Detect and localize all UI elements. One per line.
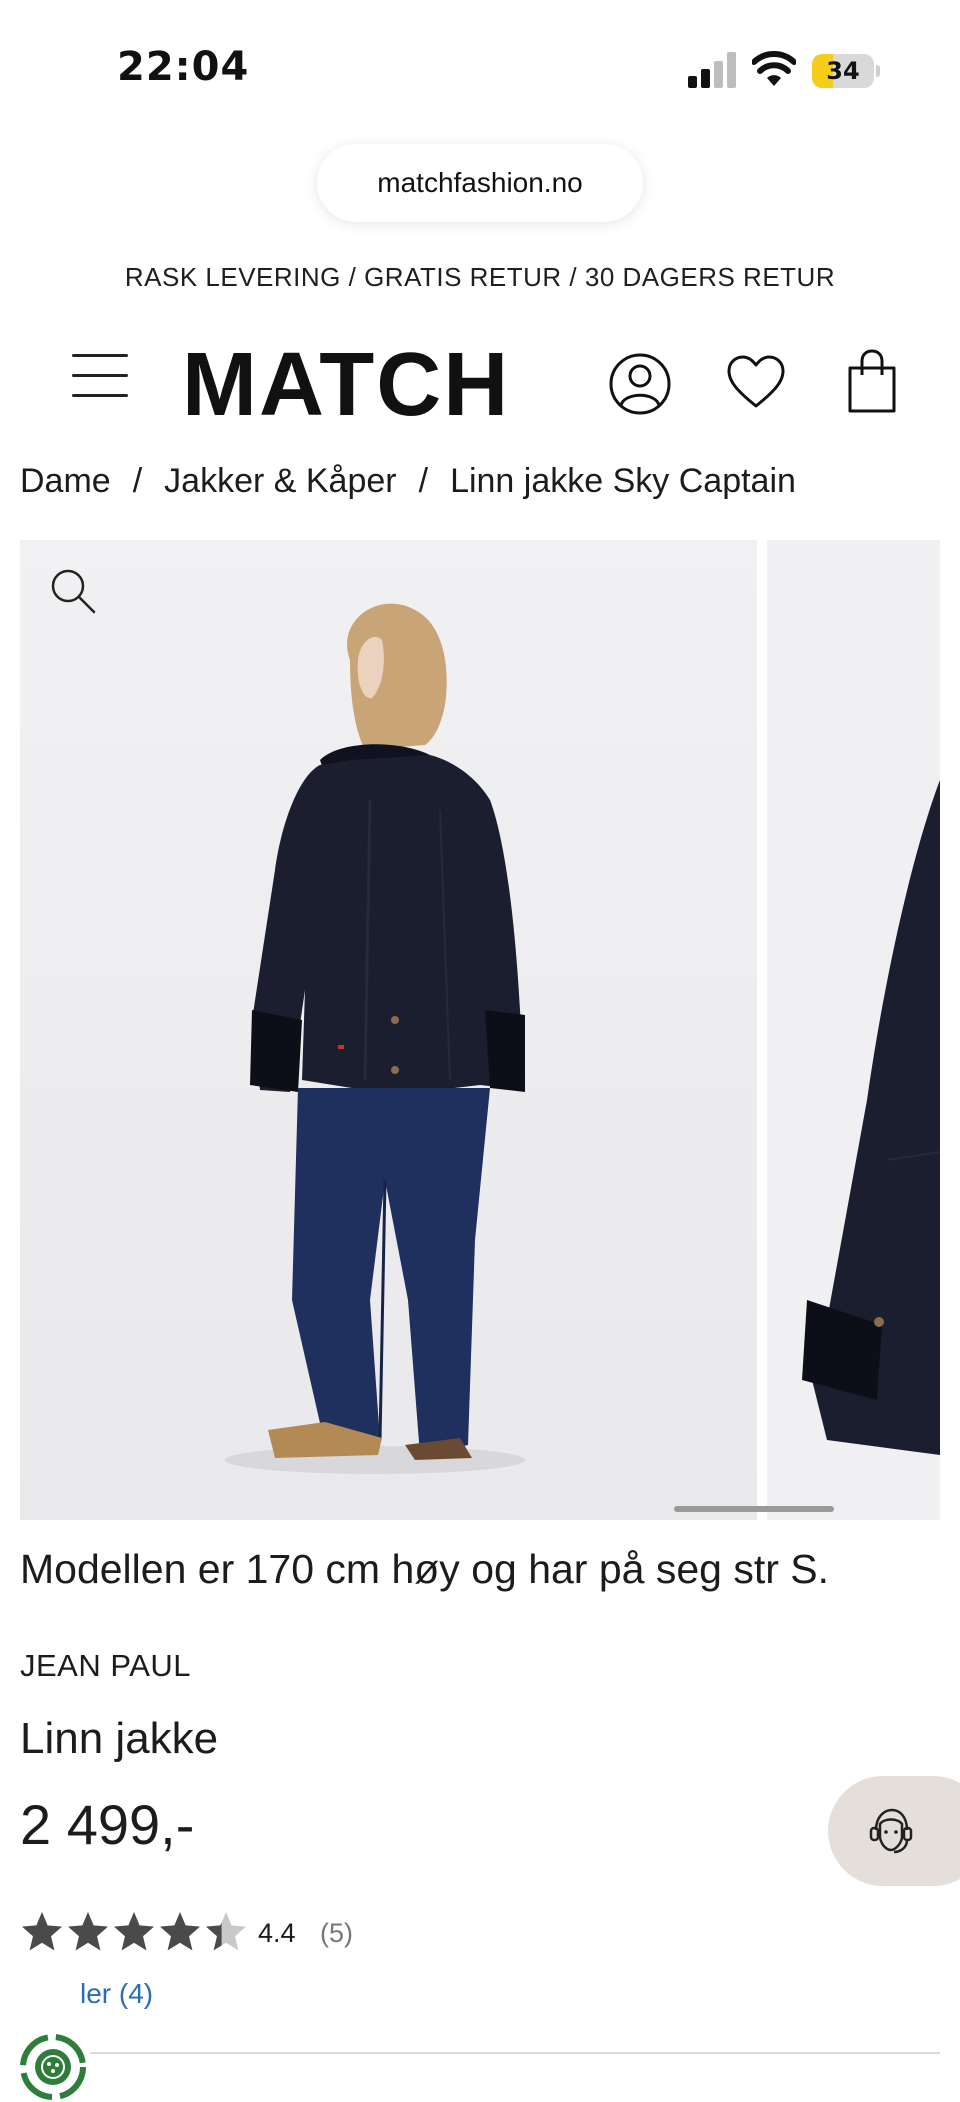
breadcrumb-item-current: Linn jakke Sky Captain	[450, 462, 796, 500]
breadcrumb-item-dame[interactable]: Dame	[20, 462, 111, 500]
rating-value: 4.4	[258, 1918, 296, 1948]
breadcrumb-separator: /	[418, 462, 429, 500]
promo-banner: RASK LEVERING / GRATIS RETUR / 30 DAGERS…	[124, 262, 836, 292]
model-photo	[20, 540, 757, 1520]
jacket-photo	[767, 540, 940, 1520]
cellular-signal-icon	[688, 52, 736, 88]
reviews-link[interactable]: ler (4)	[80, 1978, 153, 2010]
site-logo[interactable]: MATCH	[182, 340, 510, 430]
star-icon	[22, 1912, 62, 1951]
divider	[90, 2052, 940, 2054]
model-size-info: Modellen er 170 cm høy og har på seg str…	[20, 1546, 830, 1592]
star-icon	[206, 1912, 246, 1951]
url-text: matchfashion.no	[377, 167, 583, 198]
customer-service-chat-button[interactable]	[828, 1776, 960, 1886]
product-name: Linn jakke	[20, 1714, 219, 1763]
support-agent-icon	[869, 1808, 913, 1854]
rating-count: (5)	[320, 1918, 353, 1948]
star-icon	[68, 1912, 108, 1951]
product-price: 2 499,-	[20, 1793, 195, 1856]
battery-percent: 34	[826, 57, 860, 85]
breadcrumb: Dame / Jakker & Kåper / Linn jakke Sky Capta…	[20, 462, 796, 501]
battery-indicator: 34	[812, 54, 880, 88]
wifi-icon	[752, 51, 796, 86]
menu-icon[interactable]	[72, 354, 128, 398]
account-icon[interactable]	[608, 352, 672, 416]
heart-icon[interactable]	[726, 354, 786, 410]
product-brand[interactable]: JEAN PAUL	[20, 1648, 191, 1684]
star-icon	[160, 1912, 200, 1951]
status-time: 22:04	[117, 44, 250, 90]
eco-recycle-icon[interactable]	[18, 2032, 88, 2102]
breadcrumb-item-jakker[interactable]: Jakker & Kåper	[164, 462, 396, 500]
product-image-main[interactable]	[20, 540, 757, 1520]
rating-stars[interactable]	[20, 1910, 248, 1956]
shopping-bag-icon[interactable]	[846, 348, 898, 414]
breadcrumb-separator: /	[132, 462, 143, 500]
product-image-second[interactable]	[767, 540, 940, 1520]
browser-url-bar[interactable]: matchfashion.no	[317, 144, 643, 222]
search-zoom-icon[interactable]	[50, 568, 96, 614]
star-icon	[114, 1912, 154, 1951]
gallery-scroll-indicator	[674, 1506, 834, 1512]
